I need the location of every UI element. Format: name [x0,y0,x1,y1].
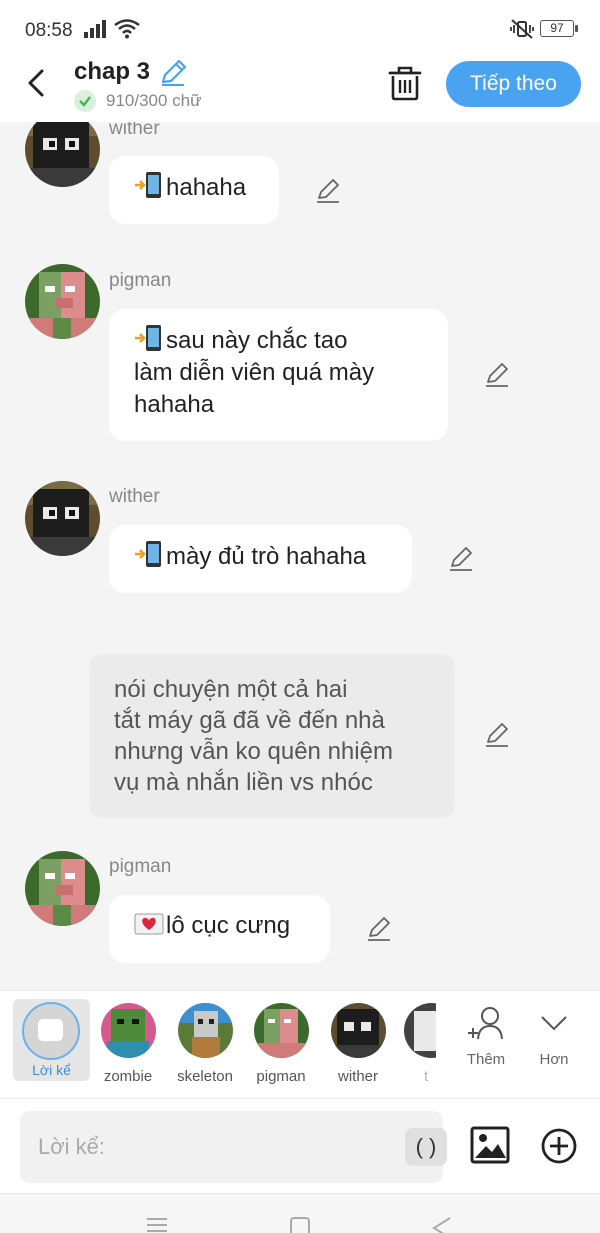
chevron-down-icon [541,1016,567,1031]
message-input-box: ( ) [20,1111,447,1183]
wifi-icon [114,19,140,39]
add-person-icon [468,1007,503,1040]
word-count-text: 910/300 chữ [106,91,202,110]
love-letter-icon [134,913,164,935]
message-bubble[interactable]: lô cục cưng [109,895,330,963]
signal-icon [84,20,106,38]
narration-line: nhưng vẫn ko quên nhiệm [114,738,393,765]
home-icon[interactable] [289,1216,311,1233]
menu-icon[interactable] [145,1216,169,1233]
character-label: pigman [256,1068,306,1085]
edit-pencil-icon[interactable] [315,178,341,204]
phone-icon [135,172,161,198]
editor-header: chap 3 910/300 chữ Tiếp theo [0,55,600,122]
system-nav-bar [0,1193,600,1233]
narration-line: vụ mà nhắn liền vs nhóc [114,769,373,796]
narration-line: nói chuyện một cả hai [114,676,348,703]
edit-pencil-icon[interactable] [366,916,392,942]
avatar-partial [404,1003,436,1058]
character-skeleton[interactable]: skeleton [174,1003,236,1085]
add-circle-icon[interactable] [540,1127,578,1165]
composer: ( ) [0,1098,600,1193]
message-text: hahaha [166,174,247,201]
status-time: 08:58 [25,20,73,41]
avatar-zombie [100,1003,156,1058]
character-label: t [424,1068,429,1085]
avatar-pigman [253,1003,309,1058]
character-name: wither [109,122,160,139]
character-selector: Lời kể zombie skeleton pigman wither t T… [0,990,600,1098]
avatar-pigman[interactable] [25,851,100,926]
chapter-title: chap 3 [74,58,151,85]
message-text-line: làm diễn viên quá mày [134,359,375,386]
add-character-label: Thêm [466,1051,506,1068]
next-button[interactable]: Tiếp theo [446,61,581,107]
phone-icon [135,541,161,567]
message-input[interactable] [38,1127,378,1167]
expand-button[interactable]: Hơn [534,1005,574,1068]
message-bubble[interactable]: hahaha [109,156,279,224]
avatar-wither [330,1003,386,1058]
status-bar: 08:58 97 [0,0,600,60]
character-label: zombie [103,1068,153,1085]
message-text-line: hahaha [134,391,215,418]
back-icon[interactable] [430,1216,454,1233]
character-label: skeleton [177,1068,233,1085]
edit-title-pencil-icon[interactable] [158,58,188,88]
chat-area[interactable]: wither hahaha pigman sau này chắc tao là… [0,122,600,990]
avatar-wither[interactable] [25,122,100,187]
character-name: pigman [109,270,172,291]
edit-pencil-icon[interactable] [484,722,510,748]
message-text: lô cục cưng [166,912,291,939]
parenthesis-button[interactable]: ( ) [405,1128,447,1166]
character-pigman[interactable]: pigman [250,1003,312,1085]
trash-icon[interactable] [388,65,422,101]
edit-pencil-icon[interactable] [448,546,474,572]
character-label: Lời kể [32,1062,71,1078]
message-text-line: sau này chắc tao [166,327,348,354]
character-name: wither [109,486,160,507]
character-partial[interactable]: t [404,1003,436,1085]
battery-indicator: 97 [540,20,578,37]
avatar-skeleton [177,1003,233,1058]
narration-bubble[interactable]: nói chuyện một cả hai tắt máy gã đã về đ… [89,654,455,818]
avatar-pigman[interactable] [25,264,100,339]
character-zombie[interactable]: zombie [97,1003,159,1085]
narration-line: tắt máy gã đã về đến nhà [114,707,385,734]
mute-vibrate-icon [510,19,534,39]
character-name: pigman [109,856,172,877]
message-text: mày đủ trò hahaha [166,543,367,570]
image-icon[interactable] [470,1126,510,1164]
expand-label: Hơn [539,1051,569,1068]
add-character-button[interactable]: Thêm [463,1005,509,1068]
character-wither[interactable]: wither [327,1003,389,1085]
word-count: 910/300 chữ [74,90,202,112]
character-narrator[interactable]: Lời kể [13,999,90,1081]
narration-icon [38,1019,63,1041]
back-arrow-icon[interactable] [22,65,52,101]
phone-icon [135,325,161,351]
message-bubble[interactable]: mày đủ trò hahaha [109,525,412,593]
message-bubble[interactable]: sau này chắc tao làm diễn viên quá mày h… [109,309,448,441]
checkmark-icon [74,90,96,112]
avatar-wither[interactable] [25,481,100,556]
character-label: wither [337,1068,378,1085]
edit-pencil-icon[interactable] [484,362,510,388]
